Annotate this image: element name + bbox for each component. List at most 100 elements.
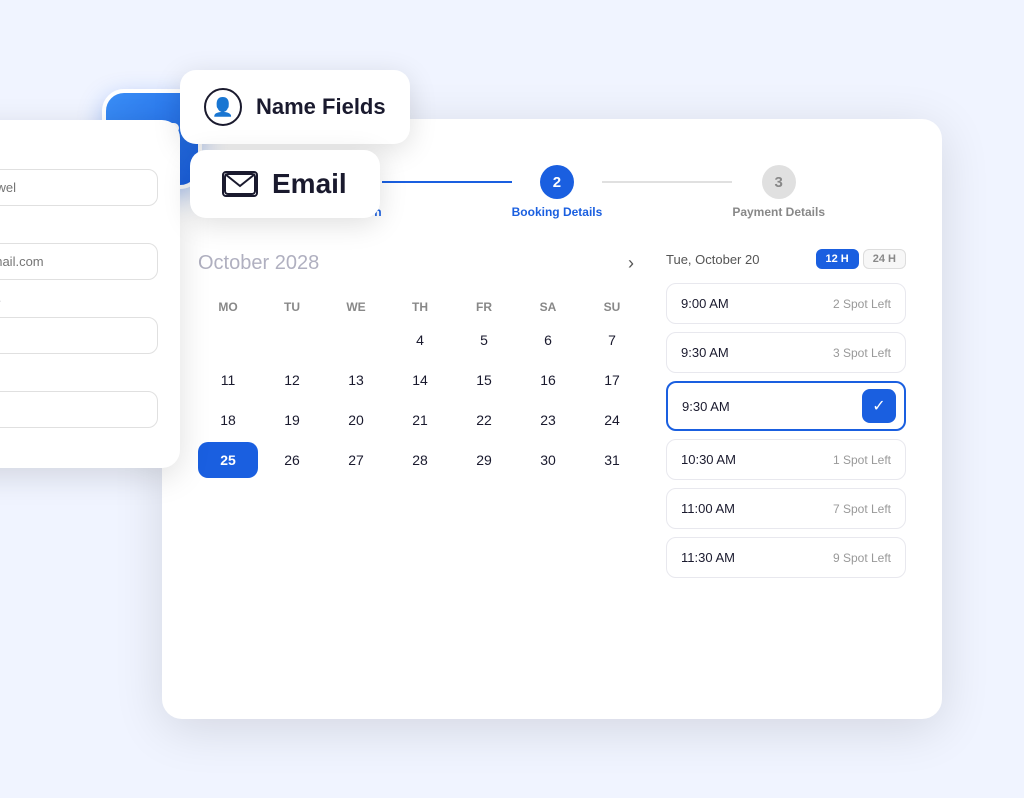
calendar-header-row: MO TU WE TH FR SA SU: [198, 296, 642, 318]
cal-cell-empty: [262, 322, 322, 358]
calendar-grid: MO TU WE TH FR SA SU 4 5 6 7: [198, 296, 642, 478]
cal-cell-23[interactable]: 23: [518, 402, 578, 438]
email-label: Your Email*: [0, 222, 158, 237]
cal-cell-19[interactable]: 19: [262, 402, 322, 438]
time-slot-1030-spots: 1 Spot Left: [833, 453, 891, 467]
tooltip-name-fields: 👤 Name Fields: [180, 70, 410, 144]
cal-cell-30[interactable]: 30: [518, 442, 578, 478]
calendar-header: October 2028 ›: [198, 249, 642, 278]
name-label: Your Name*: [0, 148, 158, 163]
cal-cell-25[interactable]: 25: [198, 442, 258, 478]
calendar-row-3: 18 19 20 21 22 23 24: [198, 402, 642, 438]
time-slot-1030-time: 10:30 AM: [681, 452, 736, 467]
cal-cell-20[interactable]: 20: [326, 402, 386, 438]
time-slot-1130[interactable]: 11:30 AM 9 Spot Left: [666, 537, 906, 578]
cal-cell-empty: [326, 322, 386, 358]
address-input[interactable]: [0, 317, 158, 354]
cal-cell-22[interactable]: 22: [454, 402, 514, 438]
cal-cell-28[interactable]: 28: [390, 442, 450, 478]
time-slot-930-selected-inner: 9:30 AM ✓: [682, 389, 896, 423]
step-2-label: Booking Details: [512, 205, 603, 219]
cal-cell-17[interactable]: 17: [582, 362, 642, 398]
cal-header-we: WE: [326, 296, 386, 318]
cal-cell-21[interactable]: 21: [390, 402, 450, 438]
city-field-group: City: [0, 370, 158, 428]
time-slot-900-inner: 9:00 AM 2 Spot Left: [681, 296, 891, 311]
city-label: City: [0, 370, 158, 385]
time-slot-930-selected-time: 9:30 AM: [682, 399, 730, 414]
tooltip-email: Email: [190, 150, 380, 218]
cal-header-sa: SA: [518, 296, 578, 318]
time-format-toggle: 12 H 24 H: [816, 249, 907, 269]
email-input[interactable]: [0, 243, 158, 280]
cal-cell-7[interactable]: 7: [582, 322, 642, 358]
tooltip-email-label: Email: [272, 168, 347, 200]
time-slot-930-selected[interactable]: 9:30 AM ✓: [666, 381, 906, 431]
name-field-group: Your Name*: [0, 148, 158, 206]
cal-cell-11[interactable]: 11: [198, 362, 258, 398]
time-slot-1030[interactable]: 10:30 AM 1 Spot Left: [666, 439, 906, 480]
cal-header-su: SU: [582, 296, 642, 318]
cal-cell-6[interactable]: 6: [518, 322, 578, 358]
cal-cell-24[interactable]: 24: [582, 402, 642, 438]
time-slot-930a-inner: 9:30 AM 3 Spot Left: [681, 345, 891, 360]
cal-cell-16[interactable]: 16: [518, 362, 578, 398]
calendar-row-2: 11 12 13 14 15 16 17: [198, 362, 642, 398]
cal-header-th: TH: [390, 296, 450, 318]
step-3-circle: 3: [762, 165, 796, 199]
step-3: 3 Payment Details: [732, 165, 825, 219]
step-2-circle: 2: [540, 165, 574, 199]
next-month-button[interactable]: ›: [620, 249, 642, 278]
cal-cell-18[interactable]: 18: [198, 402, 258, 438]
cal-cell-15[interactable]: 15: [454, 362, 514, 398]
step-line-1: [382, 181, 512, 183]
time-slot-check-button[interactable]: ✓: [862, 389, 896, 423]
address-field-group: Address Line 1*: [0, 296, 158, 354]
cal-cell-26[interactable]: 26: [262, 442, 322, 478]
step-3-label: Payment Details: [732, 205, 825, 219]
tooltip-name-label: Name Fields: [256, 94, 386, 120]
email-field-group: Your Email*: [0, 222, 158, 280]
cal-cell-5[interactable]: 5: [454, 322, 514, 358]
cal-header-fr: FR: [454, 296, 514, 318]
time-slot-900[interactable]: 9:00 AM 2 Spot Left: [666, 283, 906, 324]
cal-cell-14[interactable]: 14: [390, 362, 450, 398]
time-slot-1130-time: 11:30 AM: [681, 550, 735, 565]
cal-cell-13[interactable]: 13: [326, 362, 386, 398]
time-slot-1100[interactable]: 11:00 AM 7 Spot Left: [666, 488, 906, 529]
time-slot-1100-inner: 11:00 AM 7 Spot Left: [681, 501, 891, 516]
time-slot-930a[interactable]: 9:30 AM 3 Spot Left: [666, 332, 906, 373]
time-slot-930a-spots: 3 Spot Left: [833, 346, 891, 360]
client-form-card: 👤 Name Fields Email Your Name* Your Emai…: [0, 120, 180, 468]
time-slots-header: Tue, October 20 12 H 24 H: [666, 249, 906, 269]
time-slot-1100-spots: 7 Spot Left: [833, 502, 891, 516]
cal-cell-empty: [198, 322, 258, 358]
calendar-row-4: 25 26 27 28 29 30 31: [198, 442, 642, 478]
time-date-label: Tue, October 20: [666, 252, 759, 267]
time-slots-area: Tue, October 20 12 H 24 H 9:00 AM 2 Spot…: [666, 249, 906, 586]
time-slot-1130-inner: 11:30 AM 9 Spot Left: [681, 550, 891, 565]
cal-cell-4[interactable]: 4: [390, 322, 450, 358]
cal-cell-12[interactable]: 12: [262, 362, 322, 398]
time-slot-1030-inner: 10:30 AM 1 Spot Left: [681, 452, 891, 467]
cal-cell-31[interactable]: 31: [582, 442, 642, 478]
cal-header-tu: TU: [262, 296, 322, 318]
cal-header-mo: MO: [198, 296, 258, 318]
format-24h-button[interactable]: 24 H: [863, 249, 906, 269]
step-2: 2 Booking Details: [512, 165, 603, 219]
name-input[interactable]: [0, 169, 158, 206]
time-slot-900-time: 9:00 AM: [681, 296, 729, 311]
time-slot-900-spots: 2 Spot Left: [833, 297, 891, 311]
step-line-2: [602, 181, 732, 183]
email-icon: [222, 171, 258, 197]
cal-cell-27[interactable]: 27: [326, 442, 386, 478]
cal-cell-29[interactable]: 29: [454, 442, 514, 478]
time-slot-930a-time: 9:30 AM: [681, 345, 729, 360]
city-input[interactable]: [0, 391, 158, 428]
calendar-area: October 2028 › MO TU WE TH FR SA SU: [198, 249, 642, 586]
calendar-section: October 2028 › MO TU WE TH FR SA SU: [198, 249, 906, 586]
calendar-title: October 2028: [198, 252, 319, 275]
person-icon: 👤: [204, 88, 242, 126]
calendar-row-1: 4 5 6 7: [198, 322, 642, 358]
format-12h-button[interactable]: 12 H: [816, 249, 859, 269]
